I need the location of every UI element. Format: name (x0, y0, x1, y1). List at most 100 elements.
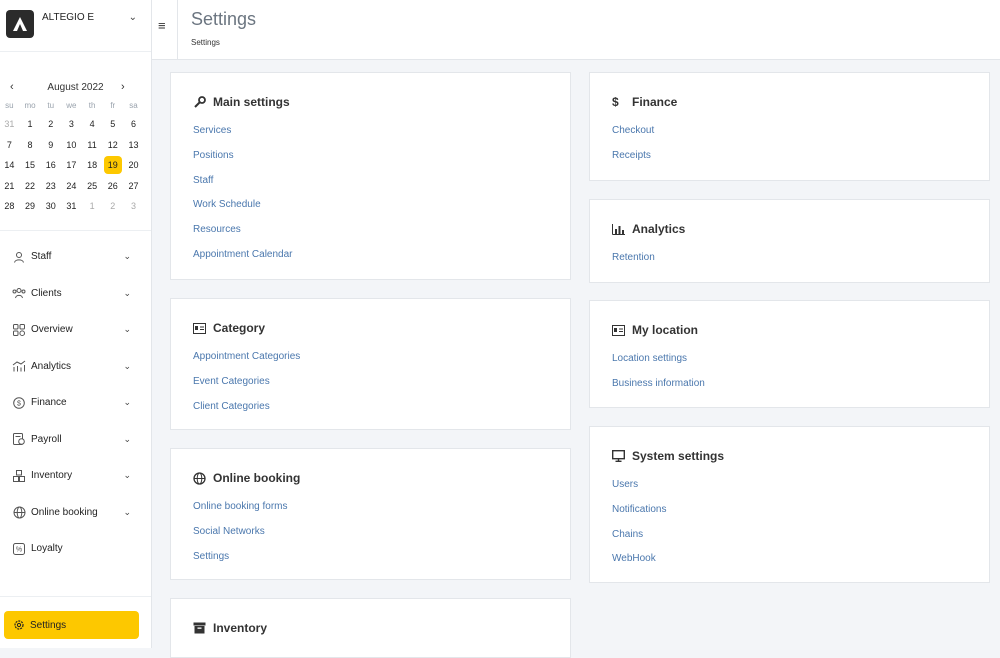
chevron-down-icon[interactable]: ⌄ (123, 507, 131, 518)
calendar-day[interactable]: 31 (61, 196, 82, 217)
sidebar-item-label: Inventory (31, 470, 73, 482)
calendar-day-number: 26 (107, 180, 118, 191)
sidebar-item-online-booking[interactable]: Online booking ⌄ (0, 494, 151, 531)
settings-link-settings[interactable]: Settings (193, 551, 288, 576)
settings-link-client-categories[interactable]: Client Categories (193, 401, 300, 426)
sidebar-item-settings[interactable]: Settings (4, 611, 139, 639)
brand-name: ALTEGIO E (42, 12, 95, 23)
sidebar-item-label: Staff (31, 251, 52, 263)
calendar-day[interactable]: 22 (20, 176, 41, 197)
globe-icon (12, 505, 26, 519)
calendar-day[interactable]: 1 (82, 196, 103, 217)
calendar-day[interactable]: 5 (102, 114, 123, 135)
settings-link-work-schedule[interactable]: Work Schedule (193, 199, 293, 224)
sidebar-item-label: Online booking (31, 506, 98, 518)
settings-link-event-categories[interactable]: Event Categories (193, 376, 300, 401)
calendar-day-number: 29 (25, 201, 36, 211)
settings-link-online-booking-forms[interactable]: Online booking forms (193, 501, 288, 526)
brand-switcher[interactable]: ALTEGIO E ⌄ (0, 0, 151, 52)
calendar-day[interactable]: 21 (0, 176, 20, 197)
calendar-day[interactable]: 1 (20, 114, 41, 135)
settings-link-social-networks[interactable]: Social Networks (193, 526, 288, 551)
settings-link-retention[interactable]: Retention (612, 252, 655, 277)
settings-link-webhook[interactable]: WebHook (612, 553, 666, 578)
chevron-down-icon[interactable]: ⌄ (123, 251, 131, 262)
settings-link-notifications[interactable]: Notifications (612, 504, 666, 529)
sidebar-item-payroll[interactable]: Payroll ⌄ (0, 421, 151, 458)
chevron-down-icon[interactable]: ⌄ (129, 12, 137, 23)
calendar-day[interactable]: 31 (0, 114, 20, 135)
settings-link-chains[interactable]: Chains (612, 529, 666, 554)
chevron-down-icon[interactable]: ⌄ (123, 434, 131, 445)
card-my-location: My location Location settings Business in… (589, 300, 990, 408)
sidebar-item-overview[interactable]: Overview ⌄ (0, 312, 151, 349)
calendar-day[interactable]: 3 (123, 196, 144, 217)
chevron-down-icon[interactable]: ⌄ (123, 324, 131, 335)
card-title: Category (213, 321, 266, 335)
settings-link-staff[interactable]: Staff (193, 175, 293, 200)
calendar-day[interactable]: 25 (82, 176, 103, 197)
calendar-day-today[interactable]: 19 (102, 155, 123, 176)
calendar-day[interactable]: 20 (123, 155, 144, 176)
calendar-day[interactable]: 13 (123, 135, 144, 156)
settings-link-checkout[interactable]: Checkout (612, 125, 654, 150)
loyalty-icon: % (12, 542, 26, 556)
card-system-settings: System settings Users Notifications Chains… (589, 426, 990, 583)
sidebar-menu: Staff ⌄ Clients ⌄ Overview ⌄ Analytics ⌄ $ Financ… (0, 231, 151, 568)
settings-link-location-settings[interactable]: Location settings (612, 353, 705, 378)
calendar-day[interactable]: 14 (0, 155, 20, 176)
settings-link-positions[interactable]: Positions (193, 150, 293, 175)
calendar-day[interactable]: 3 (61, 114, 82, 135)
chevron-right-icon[interactable]: › (121, 81, 125, 93)
calendar-day[interactable]: 27 (123, 176, 144, 197)
chevron-left-icon[interactable]: ‹ (10, 81, 14, 93)
sidebar-item-loyalty[interactable]: % Loyalty (0, 531, 151, 568)
calendar-day[interactable]: 24 (61, 176, 82, 197)
settings-link-receipts[interactable]: Receipts (612, 150, 654, 175)
settings-link-business-information[interactable]: Business information (612, 378, 705, 403)
calendar-day[interactable]: 10 (61, 135, 82, 156)
calendar-day[interactable]: 9 (40, 135, 61, 156)
sidebar-item-finance[interactable]: $ Finance ⌄ (0, 385, 151, 422)
card-title: My location (632, 323, 699, 337)
calendar-day[interactable]: 8 (20, 135, 41, 156)
settings-link-users[interactable]: Users (612, 479, 666, 504)
calendar-day[interactable]: 30 (40, 196, 61, 217)
payroll-icon (12, 432, 26, 446)
breadcrumb: Settings (191, 38, 220, 47)
card-online-booking: Online booking Online booking forms Socia… (170, 448, 571, 580)
calendar-day-number: 1 (27, 119, 33, 129)
sidebar-item-clients[interactable]: Clients ⌄ (0, 275, 151, 312)
calendar-day[interactable]: 2 (102, 196, 123, 217)
chevron-down-icon[interactable]: ⌄ (123, 288, 131, 299)
hamburger-menu-icon[interactable]: ≡ (158, 18, 166, 33)
globe-icon (193, 471, 207, 485)
sidebar-item-analytics[interactable]: Analytics ⌄ (0, 348, 151, 385)
calendar-day-number: 2 (48, 119, 54, 129)
calendar-day[interactable]: 17 (61, 155, 82, 176)
sidebar-item-inventory[interactable]: Inventory ⌄ (0, 458, 151, 495)
chevron-down-icon[interactable]: ⌄ (123, 397, 131, 408)
chevron-down-icon[interactable]: ⌄ (123, 361, 131, 372)
calendar-day[interactable]: 23 (40, 176, 61, 197)
chevron-down-icon[interactable]: ⌄ (123, 470, 131, 481)
calendar-day[interactable]: 28 (0, 196, 20, 217)
altegio-logo (6, 10, 34, 38)
calendar-day[interactable]: 12 (102, 135, 123, 156)
calendar-day[interactable]: 15 (20, 155, 41, 176)
calendar-day[interactable]: 26 (102, 176, 123, 197)
calendar-day[interactable]: 29 (20, 196, 41, 217)
calendar-day[interactable]: 16 (40, 155, 61, 176)
calendar-day[interactable]: 4 (82, 114, 103, 135)
settings-link-services[interactable]: Services (193, 125, 293, 150)
settings-link-appointment-calendar[interactable]: Appointment Calendar (193, 249, 293, 274)
calendar-day[interactable]: 7 (0, 135, 20, 156)
calendar-day-number: 20 (128, 160, 139, 170)
calendar-day[interactable]: 18 (82, 155, 103, 176)
calendar-day[interactable]: 6 (123, 114, 144, 135)
calendar-day[interactable]: 11 (82, 135, 103, 156)
sidebar-item-staff[interactable]: Staff ⌄ (0, 239, 151, 276)
settings-link-resources[interactable]: Resources (193, 224, 293, 249)
calendar-day[interactable]: 2 (40, 114, 61, 135)
settings-link-appointment-categories[interactable]: Appointment Categories (193, 351, 300, 376)
